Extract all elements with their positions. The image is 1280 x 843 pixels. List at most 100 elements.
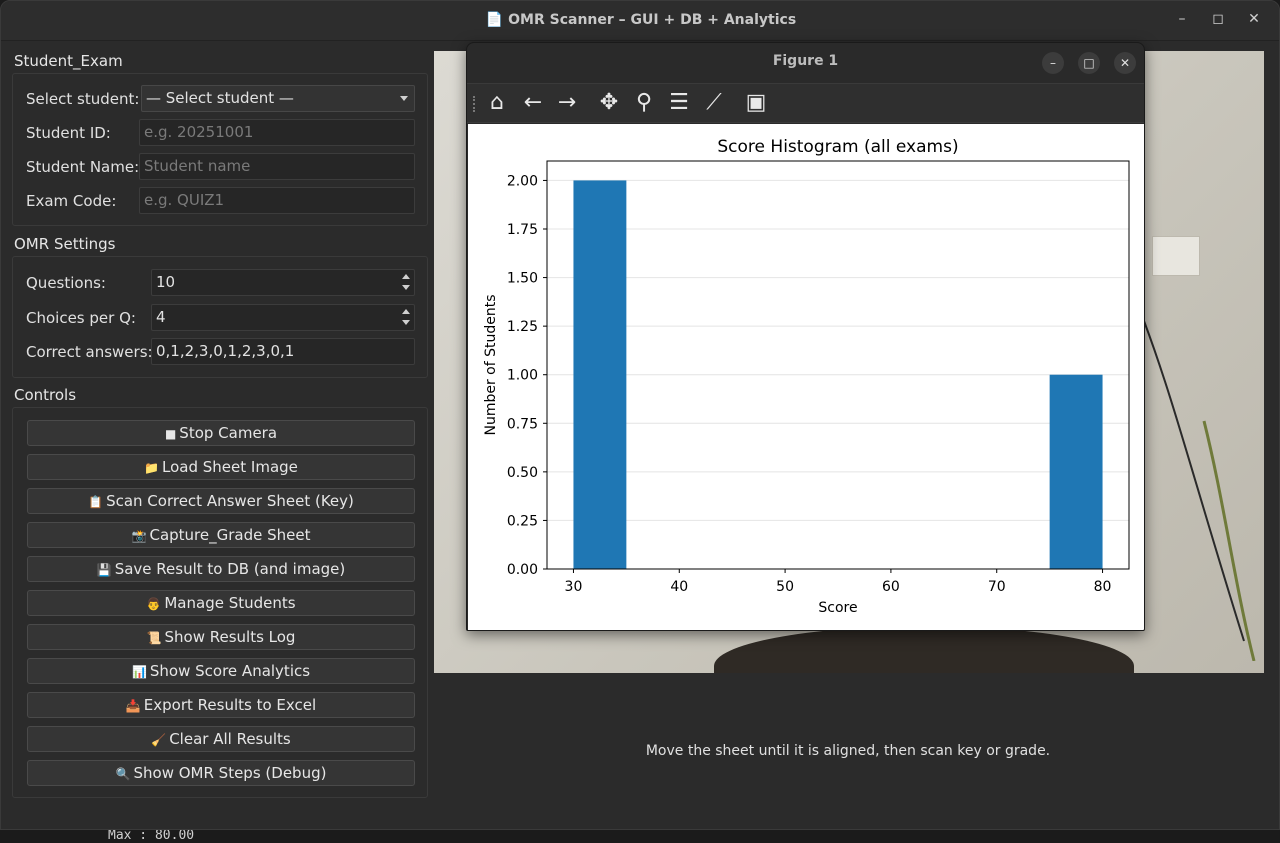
x-tick-label: 40 bbox=[670, 579, 688, 595]
button-label: Load Sheet Image bbox=[162, 458, 298, 476]
correct-answers-input[interactable]: 0,1,2,3,0,1,2,3,0,1 bbox=[151, 338, 415, 365]
forward-icon[interactable]: → bbox=[553, 90, 581, 116]
student-name-label: Student Name: bbox=[26, 158, 140, 176]
close-icon[interactable]: ✕ bbox=[1114, 52, 1136, 74]
omr-settings-group: Questions: 10 Choices per Q: 4 Correct a… bbox=[12, 256, 428, 378]
y-tick-label: 1.00 bbox=[507, 368, 538, 384]
student-icon: 👨 bbox=[146, 597, 162, 611]
configure-icon[interactable]: ☰ bbox=[665, 90, 693, 116]
stop-camera-button[interactable]: ■ Stop Camera bbox=[27, 420, 415, 446]
home-icon[interactable]: ⌂ bbox=[483, 90, 511, 116]
floppy-icon: 💾 bbox=[96, 563, 112, 577]
y-tick-label: 0.00 bbox=[507, 562, 538, 578]
button-label: Scan Correct Answer Sheet (Key) bbox=[106, 492, 354, 510]
show-results-log-button[interactable]: 📜 Show Results Log bbox=[27, 624, 415, 650]
title-bar: 📄 OMR Scanner – GUI + DB + Analytics – ◻… bbox=[1, 1, 1279, 41]
button-label: Manage Students bbox=[164, 594, 296, 612]
scroll-icon: 📜 bbox=[146, 631, 162, 645]
histogram-bar bbox=[1049, 374, 1103, 569]
plot-area: 0.00 0.25 0.50 0.75 1.00 1.25 1.50 1.75 2.00 30 40… bbox=[468, 124, 1144, 630]
camera-icon: 📸 bbox=[131, 529, 147, 543]
x-tick-label: 80 bbox=[1094, 579, 1112, 595]
bar-chart-icon: 📊 bbox=[131, 665, 147, 679]
y-tick-label: 0.25 bbox=[507, 513, 538, 529]
folder-icon: 📁 bbox=[144, 461, 160, 475]
histogram-bar bbox=[573, 180, 627, 569]
button-label: Show Results Log bbox=[164, 628, 296, 646]
inbox-tray-icon: 📥 bbox=[125, 699, 141, 713]
questions-label: Questions: bbox=[26, 274, 106, 292]
magnifier-icon: 🔍 bbox=[115, 767, 131, 781]
x-tick-label: 60 bbox=[882, 579, 900, 595]
minimize-icon[interactable]: – bbox=[1172, 11, 1192, 27]
clipboard-icon: 📋 bbox=[88, 495, 104, 509]
student-name-input[interactable]: Student name bbox=[139, 153, 415, 180]
chart-title: Score Histogram (all exams) bbox=[717, 137, 958, 157]
stop-icon: ■ bbox=[164, 427, 177, 441]
x-axis-label: Score bbox=[818, 600, 857, 616]
x-tick-label: 50 bbox=[776, 579, 794, 595]
load-sheet-image-button[interactable]: 📁 Load Sheet Image bbox=[27, 454, 415, 480]
choices-value: 4 bbox=[156, 308, 166, 326]
maximize-icon[interactable]: ◻ bbox=[1208, 11, 1228, 27]
pan-icon[interactable]: ✥ bbox=[595, 90, 623, 116]
toolbar-grip-icon[interactable] bbox=[473, 96, 477, 112]
x-tick-label: 70 bbox=[988, 579, 1006, 595]
capture-grade-button[interactable]: 📸 Capture_Grade Sheet bbox=[27, 522, 415, 548]
save-icon[interactable]: ▣ bbox=[742, 90, 770, 116]
y-tick-label: 1.50 bbox=[507, 271, 538, 287]
save-result-button[interactable]: 💾 Save Result to DB (and image) bbox=[27, 556, 415, 582]
edit-axes-icon[interactable]: ⟋ bbox=[700, 90, 728, 116]
student-id-label: Student ID: bbox=[26, 124, 111, 142]
zoom-icon[interactable]: ⚲ bbox=[630, 90, 658, 116]
minimize-icon[interactable]: – bbox=[1042, 52, 1064, 74]
choices-spinbox[interactable]: 4 bbox=[151, 304, 415, 331]
button-label: Show OMR Steps (Debug) bbox=[133, 764, 327, 782]
left-panel: Student_Exam Select student: — Select st… bbox=[1, 41, 433, 829]
broom-icon: 🧹 bbox=[151, 733, 167, 747]
y-tick-label: 1.75 bbox=[507, 222, 538, 238]
choices-label: Choices per Q: bbox=[26, 309, 136, 327]
status-text: Move the sheet until it is aligned, then… bbox=[645, 743, 1051, 759]
scan-key-button[interactable]: 📋 Scan Correct Answer Sheet (Key) bbox=[27, 488, 415, 514]
figure-toolbar: ⌂ ← → ✥ ⚲ ☰ ⟋ ▣ bbox=[467, 83, 1144, 123]
wall-socket-shape bbox=[1152, 236, 1200, 276]
button-label: Capture_Grade Sheet bbox=[149, 526, 311, 544]
controls-title: Controls bbox=[14, 386, 77, 404]
export-excel-button[interactable]: 📥 Export Results to Excel bbox=[27, 692, 415, 718]
questions-spinbox[interactable]: 10 bbox=[151, 269, 415, 296]
x-tick-label: 30 bbox=[565, 579, 583, 595]
button-label: Save Result to DB (and image) bbox=[114, 560, 346, 578]
y-axis-label: Number of Students bbox=[483, 294, 499, 435]
button-label: Show Score Analytics bbox=[149, 662, 311, 680]
show-score-analytics-button[interactable]: 📊 Show Score Analytics bbox=[27, 658, 415, 684]
button-label: Clear All Results bbox=[169, 730, 291, 748]
student-id-input[interactable]: e.g. 20251001 bbox=[139, 119, 415, 146]
show-omr-steps-button[interactable]: 🔍 Show OMR Steps (Debug) bbox=[27, 760, 415, 786]
select-student-dropdown[interactable]: — Select student — bbox=[141, 85, 415, 112]
window-title: 📄 OMR Scanner – GUI + DB + Analytics bbox=[485, 12, 797, 28]
y-tick-label: 0.75 bbox=[507, 416, 538, 432]
figure-window: Figure 1 – □ ✕ ⌂ ← → ✥ ⚲ ☰ ⟋ ▣ 0.00 0.25 0… bbox=[466, 42, 1145, 631]
exam-code-input[interactable]: e.g. QUIZ1 bbox=[139, 187, 415, 214]
student-exam-title: Student_Exam bbox=[14, 52, 123, 70]
y-tick-label: 0.50 bbox=[507, 465, 538, 481]
manage-students-button[interactable]: 👨 Manage Students bbox=[27, 590, 415, 616]
person-silhouette-shape bbox=[714, 626, 1134, 673]
chevron-down-icon bbox=[400, 96, 408, 101]
y-tick-label: 2.00 bbox=[507, 173, 538, 189]
maximize-icon[interactable]: □ bbox=[1078, 52, 1100, 74]
spin-arrows-icon[interactable] bbox=[399, 306, 413, 329]
close-icon[interactable]: ✕ bbox=[1244, 11, 1264, 27]
button-label: Stop Camera bbox=[179, 424, 278, 442]
spin-arrows-icon[interactable] bbox=[399, 271, 413, 294]
terminal-residual-text: Max : 80.00 bbox=[108, 828, 195, 843]
controls-group: ■ Stop Camera 📁 Load Sheet Image 📋 Scan Cor… bbox=[12, 407, 428, 798]
clear-results-button[interactable]: 🧹 Clear All Results bbox=[27, 726, 415, 752]
select-student-value: — Select student — bbox=[146, 89, 294, 107]
exam-code-label: Exam Code: bbox=[26, 192, 117, 210]
omr-settings-title: OMR Settings bbox=[14, 235, 116, 253]
axes-frame bbox=[546, 160, 1130, 570]
button-label: Export Results to Excel bbox=[143, 696, 317, 714]
back-icon[interactable]: ← bbox=[519, 90, 547, 116]
